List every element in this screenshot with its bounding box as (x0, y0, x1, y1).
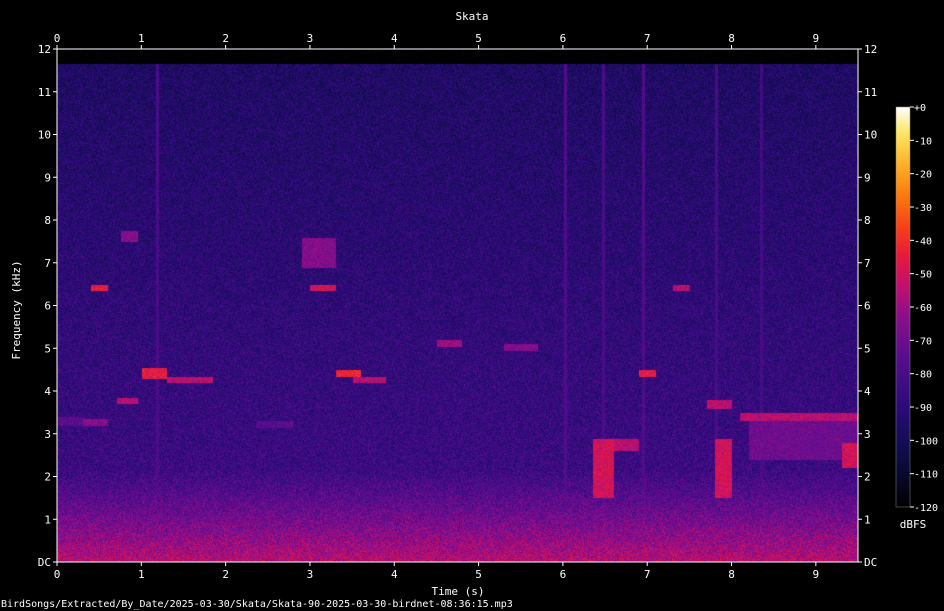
x-tick-label-bottom: 7 (644, 568, 651, 581)
colorbar-tick-label: -70 (914, 336, 932, 347)
x-tick-label-top: 7 (644, 32, 651, 45)
file-path-footer: BirdSongs/Extracted/By_Date/2025-03-30/S… (1, 599, 513, 610)
x-tick-label-top: 9 (813, 32, 820, 45)
colorbar-tick-label: -90 (914, 403, 932, 414)
y-axis-label: Frequency (kHz) (10, 260, 23, 359)
y-tick-label-right: 2 (864, 471, 871, 484)
y-tick-label-left: 5 (44, 342, 51, 355)
y-tick-label-right: 7 (864, 257, 871, 270)
y-tick-label-right: 3 (864, 428, 871, 441)
x-tick-label-top: 4 (391, 32, 398, 45)
y-tick-label-left: DC (38, 556, 51, 569)
y-tick-label-left: 3 (44, 428, 51, 441)
y-tick-label-left: 6 (44, 300, 51, 313)
x-tick-label-bottom: 1 (138, 568, 145, 581)
x-tick-label-top: 5 (475, 32, 482, 45)
x-tick-label-top: 0 (54, 32, 61, 45)
x-tick-label-bottom: 3 (307, 568, 314, 581)
y-tick-label-right: 1 (864, 513, 871, 526)
y-tick-label-right: 6 (864, 300, 871, 313)
y-tick-label-right: 5 (864, 342, 871, 355)
x-tick-label-top: 2 (222, 32, 229, 45)
colorbar-tick-label: -50 (914, 270, 932, 281)
y-tick-label-right: 4 (864, 385, 871, 398)
y-tick-label-left: 7 (44, 257, 51, 270)
spectrogram-plot (57, 49, 858, 562)
y-tick-label-left: 12 (38, 43, 51, 56)
x-tick-label-bottom: 9 (813, 568, 820, 581)
y-tick-label-right: 12 (864, 43, 877, 56)
x-tick-label-bottom: 5 (475, 568, 482, 581)
x-tick-label-top: 3 (307, 32, 314, 45)
colorbar-tick-label: -60 (914, 303, 932, 314)
colorbar-tick-label: -110 (914, 470, 938, 481)
x-tick-label-top: 1 (138, 32, 145, 45)
y-tick-label-right: 11 (864, 86, 877, 99)
x-tick-label-bottom: 2 (222, 568, 229, 581)
y-tick-label-right: 8 (864, 214, 871, 227)
y-tick-label-left: 9 (44, 171, 51, 184)
y-tick-label-left: 8 (44, 214, 51, 227)
x-tick-label-top: 8 (728, 32, 735, 45)
x-tick-label-bottom: 8 (728, 568, 735, 581)
colorbar-tick-label: -10 (914, 136, 932, 147)
y-tick-label-left: 4 (44, 385, 51, 398)
x-axis-label: Time (s) (432, 585, 485, 598)
x-tick-label-bottom: 4 (391, 568, 398, 581)
y-tick-label-right: DC (864, 556, 877, 569)
chart-title: Skata (455, 10, 488, 23)
y-tick-label-left: 10 (38, 129, 51, 142)
spectrogram-chart: Skata 00112233445566778899DC DC1 12 23 34 45 5… (1, 10, 938, 610)
colorbar-tick-label: -30 (914, 203, 932, 214)
colorbar-tick-label: +0 (914, 103, 926, 114)
colorbar-label: dBFS (900, 518, 927, 531)
y-tick-label-right: 10 (864, 129, 877, 142)
colorbar (895, 106, 911, 508)
colorbar-tick-label: -20 (914, 170, 932, 181)
y-tick-label-right: 9 (864, 171, 871, 184)
x-tick-label-top: 6 (560, 32, 567, 45)
y-tick-label-left: 11 (38, 86, 51, 99)
x-tick-label-bottom: 6 (560, 568, 567, 581)
colorbar-tick-label: -80 (914, 370, 932, 381)
x-tick-label-bottom: 0 (54, 568, 61, 581)
colorbar-tick-label: -40 (914, 236, 932, 247)
colorbar-tick-label: -120 (914, 503, 938, 514)
y-tick-label-left: 1 (44, 513, 51, 526)
y-tick-label-left: 2 (44, 471, 51, 484)
colorbar-ticks: +0 -10 -20 -30 -40 -50 -60 -70 -80 -90 -100 -110 -12… (910, 103, 938, 514)
colorbar-tick-label: -100 (914, 436, 938, 447)
